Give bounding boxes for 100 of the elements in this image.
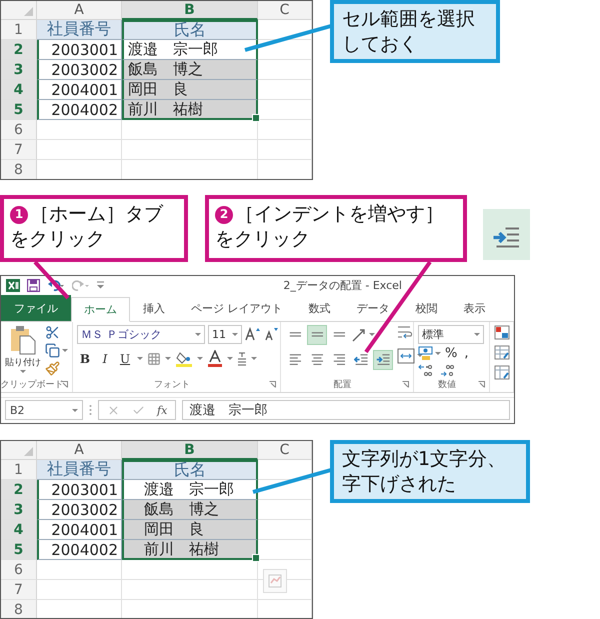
- empty-cell: [258, 140, 312, 160]
- corner-triangle-icon: [24, 7, 33, 16]
- align-button[interactable]: [307, 324, 327, 345]
- dialog-launcher-icon[interactable]: [478, 380, 485, 388]
- caret-icon[interactable]: [435, 352, 441, 355]
- format-painter-icon[interactable]: [45, 360, 60, 376]
- table-cell: 渡邉 宗一郎: [122, 40, 258, 60]
- row-header[interactable]: 8: [1, 160, 37, 179]
- font-style-button[interactable]: U: [117, 350, 133, 368]
- empty-cell: [258, 120, 312, 140]
- file-tab[interactable]: ファイル: [1, 294, 71, 321]
- ribbon-tab[interactable]: ホーム: [71, 296, 130, 322]
- align-lines-icon: [310, 354, 324, 366]
- row-header[interactable]: 5: [1, 100, 37, 120]
- copy-icon[interactable]: [45, 342, 60, 358]
- shrink-font-icon[interactable]: [264, 326, 278, 342]
- row-header[interactable]: 3: [1, 60, 37, 80]
- callout-note: セル範囲を選択しておく: [330, 0, 500, 64]
- number-style-button[interactable]: %: [442, 346, 460, 361]
- save-icon[interactable]: [27, 278, 40, 292]
- table-format-icon[interactable]: [494, 344, 510, 360]
- column-header[interactable]: B: [122, 441, 258, 460]
- group-label: 配置: [334, 378, 352, 391]
- formula-field[interactable]: 渡邉 宗一郎: [182, 400, 510, 420]
- table-cell: 渡邉 宗一郎: [122, 480, 258, 500]
- caret-icon[interactable]: [251, 357, 257, 360]
- row-header[interactable]: 1: [1, 20, 37, 40]
- insert-function-button[interactable]: fx: [157, 404, 168, 417]
- step-callout: 2 ［インデントを増やす］をクリック: [205, 195, 467, 262]
- fill-handle[interactable]: [252, 114, 260, 122]
- align-lines-icon: [288, 354, 302, 366]
- row-header[interactable]: 5: [1, 540, 37, 560]
- phonetic-guide-icon[interactable]: [237, 350, 247, 367]
- caret-icon[interactable]: [20, 370, 26, 373]
- align-lines-icon: [332, 332, 346, 337]
- customize-icon[interactable]: [97, 281, 104, 290]
- column-header[interactable]: A: [37, 1, 122, 20]
- header-cell: 氏名: [122, 460, 258, 480]
- row-header[interactable]: 2: [1, 40, 37, 60]
- paste-button[interactable]: 貼り付け: [5, 324, 41, 377]
- font-style-button[interactable]: I: [97, 350, 113, 368]
- borders-icon[interactable]: [147, 352, 161, 366]
- grip-dots-icon[interactable]: [89, 404, 92, 416]
- cut-icon[interactable]: [45, 324, 60, 340]
- conditional-format-icon[interactable]: [494, 324, 510, 340]
- row-header[interactable]: 2: [1, 480, 37, 500]
- leader-line: [34, 260, 70, 300]
- caret-icon[interactable]: [165, 357, 171, 360]
- increase-decimal-icon[interactable]: [418, 362, 434, 377]
- font-color-icon[interactable]: [207, 350, 223, 368]
- fill-handle[interactable]: [252, 554, 260, 562]
- column-header[interactable]: B: [122, 1, 258, 20]
- window-title: 2_データの配置 - Excel: [283, 278, 402, 293]
- grow-font-icon[interactable]: [245, 326, 261, 342]
- row-header[interactable]: 7: [1, 580, 37, 600]
- undo-icon[interactable]: [47, 278, 65, 292]
- cell-styles-icon[interactable]: [494, 364, 510, 380]
- dialog-launcher-icon[interactable]: [402, 380, 409, 388]
- caret-icon[interactable]: [197, 357, 203, 360]
- row-header[interactable]: 4: [1, 80, 37, 100]
- dialog-launcher-icon[interactable]: [269, 380, 276, 388]
- column-header[interactable]: A: [37, 441, 122, 460]
- caret-icon[interactable]: [227, 357, 233, 360]
- caret-icon[interactable]: [62, 348, 68, 352]
- column-header[interactable]: C: [258, 1, 312, 20]
- group-label: クリップボード: [0, 378, 64, 391]
- font-name-dropdown[interactable]: ＭＳ Ｐゴシック: [77, 324, 205, 344]
- number-format-dropdown[interactable]: 標準: [418, 324, 484, 344]
- caret-icon[interactable]: [369, 333, 375, 336]
- row-header[interactable]: 6: [1, 560, 37, 580]
- table-cell: 岡田 良: [122, 520, 258, 540]
- font-size-dropdown[interactable]: 11: [208, 324, 242, 344]
- table-cell: 岡田 良: [122, 80, 258, 100]
- row-header[interactable]: 7: [1, 140, 37, 160]
- indent-button[interactable]: [373, 350, 393, 370]
- currency-format-icon[interactable]: [418, 346, 434, 361]
- orientation-icon[interactable]: [351, 326, 367, 343]
- header-cell: 氏名: [122, 20, 258, 40]
- row-header[interactable]: 8: [1, 600, 37, 618]
- row-header[interactable]: 4: [1, 520, 37, 540]
- increase-indent-icon: [483, 209, 530, 260]
- font-style-button[interactable]: B: [77, 350, 93, 368]
- table-cell: 前川 祐樹: [122, 540, 258, 560]
- dialog-launcher-icon[interactable]: [61, 380, 68, 388]
- column-header[interactable]: C: [258, 441, 312, 460]
- merge-cells-icon[interactable]: [397, 348, 415, 364]
- decrease-decimal-icon[interactable]: [440, 362, 456, 377]
- row-header[interactable]: 6: [1, 120, 37, 140]
- fill-color-icon[interactable]: [175, 350, 193, 368]
- align-lines-icon: [332, 354, 346, 366]
- spreadsheet-app-icon[interactable]: [6, 278, 20, 292]
- group-label: フォント: [154, 378, 190, 391]
- group-label: 数値: [438, 378, 456, 391]
- align-lines-icon: [310, 332, 324, 337]
- caret-icon[interactable]: [137, 357, 143, 360]
- row-header[interactable]: 1: [1, 460, 37, 480]
- name-box[interactable]: B2: [5, 400, 83, 420]
- row-header[interactable]: 3: [1, 500, 37, 520]
- wrap-text-icon[interactable]: [397, 324, 415, 341]
- number-style-button[interactable]: ,: [461, 346, 472, 361]
